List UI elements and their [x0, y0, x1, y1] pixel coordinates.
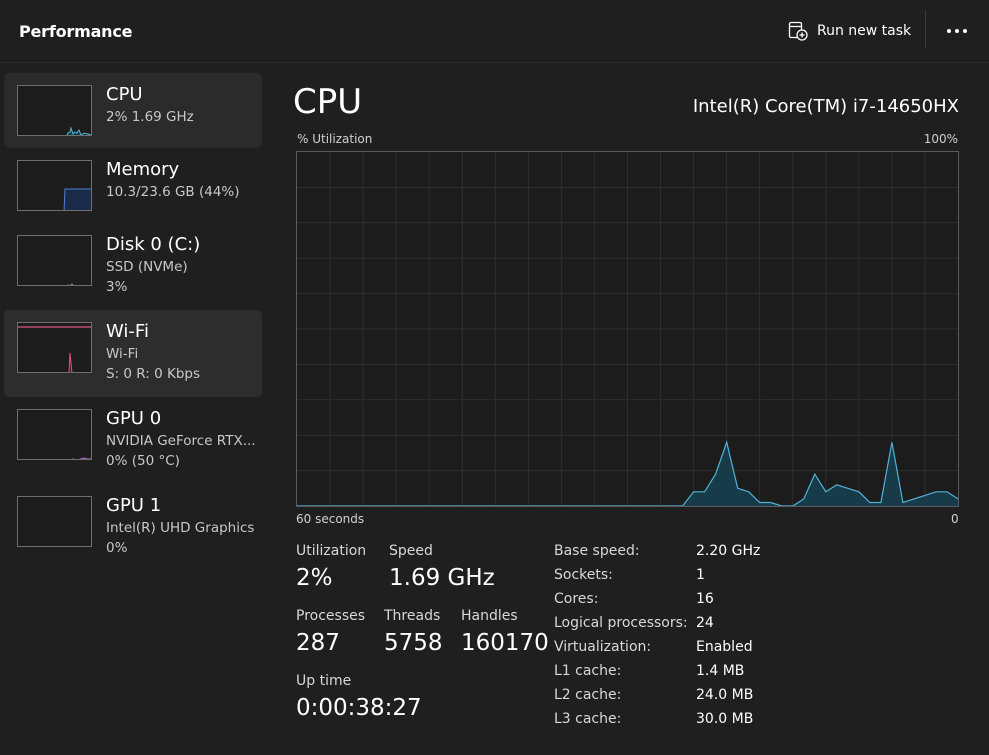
info-key: L2 cache:	[554, 687, 622, 703]
sidebar-item-value: 3%	[106, 279, 128, 295]
info-key: L1 cache:	[554, 663, 622, 679]
gpu1-thumbnail	[17, 496, 92, 547]
sidebar-item-detail: Wi-Fi	[106, 346, 139, 362]
info-value: Enabled	[696, 639, 753, 655]
info-key: Virtualization:	[554, 639, 652, 655]
more-options-icon	[947, 29, 951, 33]
speed-value: 1.69 GHz	[389, 565, 495, 591]
sidebar-item-memory[interactable]: Memory 10.3/23.6 GB (44%)	[4, 150, 262, 225]
processes-value: 287	[296, 630, 340, 656]
sidebar-item-name: CPU	[106, 84, 143, 105]
sidebar-item-detail: NVIDIA GeForce RTX...	[106, 433, 256, 449]
sidebar-item-wifi[interactable]: Wi-Fi Wi-Fi S: 0 R: 0 Kbps	[4, 310, 262, 397]
utilization-value: 2%	[296, 565, 333, 591]
cpu-utilization-graph	[296, 151, 959, 507]
sidebar-item-disk[interactable]: Disk 0 (C:) SSD (NVMe) 3%	[4, 225, 262, 310]
info-value: 16	[696, 591, 714, 607]
graph-x-right-label: 0	[951, 512, 959, 526]
info-key: Cores:	[554, 591, 599, 607]
sidebar-item-name: Wi-Fi	[106, 321, 149, 342]
gpu0-thumbnail	[17, 409, 92, 460]
info-value: 30.0 MB	[696, 711, 754, 727]
sidebar-item-name: Memory	[106, 159, 180, 180]
uptime-label: Up time	[296, 673, 352, 689]
graph-grid	[297, 152, 958, 506]
run-task-icon	[788, 21, 808, 41]
sidebar-item-cpu[interactable]: CPU 2% 1.69 GHz	[4, 73, 262, 148]
info-key: Sockets:	[554, 567, 613, 583]
toolbar-divider	[925, 10, 926, 48]
sidebar-item-name: GPU 0	[106, 408, 162, 429]
graph-y-max-label: 100%	[923, 132, 958, 146]
disk-thumbnail	[17, 235, 92, 286]
resource-title: CPU	[293, 82, 363, 122]
speed-label: Speed	[389, 543, 433, 559]
graph-x-left-label: 60 seconds	[296, 512, 365, 526]
info-key: L3 cache:	[554, 711, 622, 727]
cpu-model-name: Intel(R) Core(TM) i7-14650HX	[692, 96, 959, 117]
sidebar-item-gpu1[interactable]: GPU 1 Intel(R) UHD Graphics 0%	[4, 484, 262, 571]
threads-label: Threads	[384, 608, 441, 624]
processes-label: Processes	[296, 608, 366, 624]
sidebar-item-detail: Intel(R) UHD Graphics	[106, 520, 255, 536]
sidebar-item-name: Disk 0 (C:)	[106, 234, 201, 255]
cpu-thumbnail	[17, 85, 92, 136]
sidebar-item-gpu0[interactable]: GPU 0 NVIDIA GeForce RTX... 0% (50 °C)	[4, 397, 262, 484]
info-value: 24.0 MB	[696, 687, 754, 703]
sidebar-item-value: S: 0 R: 0 Kbps	[106, 366, 200, 382]
utilization-label: Utilization	[296, 543, 367, 559]
memory-thumbnail	[17, 160, 92, 211]
sidebar-item-name: GPU 1	[106, 495, 162, 516]
wifi-thumbnail	[17, 322, 92, 373]
info-key: Logical processors:	[554, 615, 688, 631]
info-value: 24	[696, 615, 714, 631]
graph-y-label: % Utilization	[297, 132, 373, 146]
info-key: Base speed:	[554, 543, 640, 559]
sidebar-item-detail: 2% 1.69 GHz	[106, 109, 194, 125]
cpu-graph-svg	[297, 152, 959, 507]
threads-value: 5758	[384, 630, 443, 656]
sidebar-item-value: 0%	[106, 540, 128, 556]
run-new-task-label: Run new task	[817, 23, 912, 39]
info-value: 2.20 GHz	[696, 543, 761, 559]
info-value: 1	[696, 567, 705, 583]
sidebar-item-value: 0% (50 °C)	[106, 453, 180, 469]
info-value: 1.4 MB	[696, 663, 745, 679]
top-bar: Performance Run new task	[0, 0, 989, 63]
handles-label: Handles	[461, 608, 518, 624]
sidebar-item-detail: SSD (NVMe)	[106, 259, 188, 275]
handles-value: 160170	[461, 630, 549, 656]
uptime-value: 0:00:38:27	[296, 695, 422, 721]
page-title: Performance	[19, 22, 133, 41]
sidebar-item-detail: 10.3/23.6 GB (44%)	[106, 184, 240, 200]
run-new-task-button[interactable]: Run new task	[782, 13, 914, 49]
more-options-button[interactable]	[938, 14, 976, 48]
